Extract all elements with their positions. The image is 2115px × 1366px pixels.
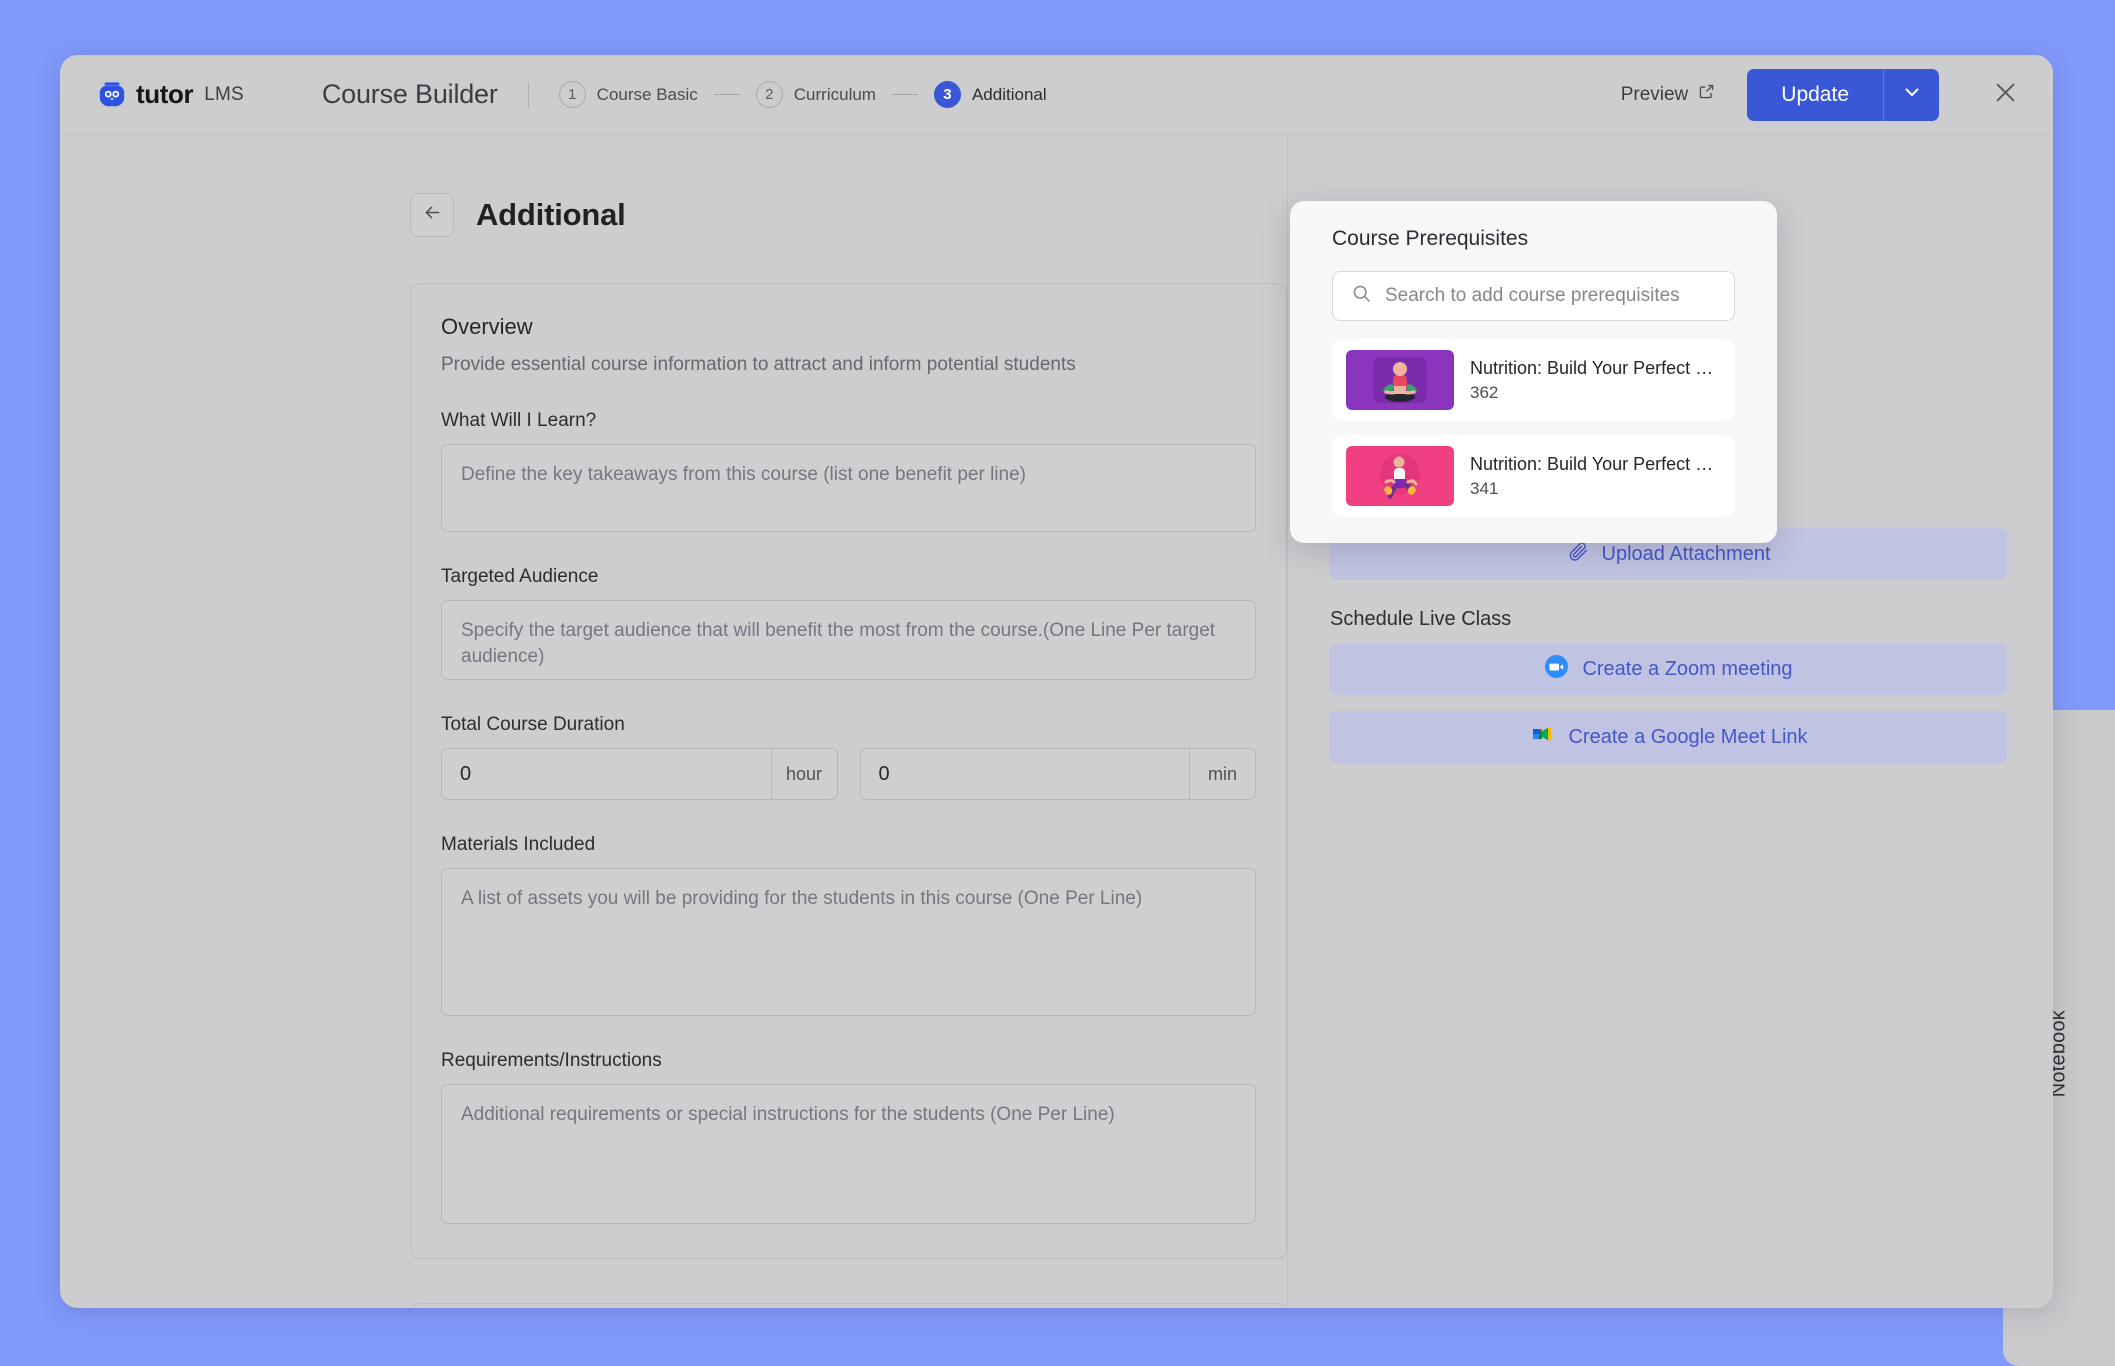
page-header: Additional <box>410 193 1287 237</box>
step-breadcrumb: 1 Course Basic 2 Curriculum 3 Additional <box>559 81 1047 108</box>
course-builder-modal: tutor LMS Course Builder 1 Course Basic … <box>60 55 2053 1308</box>
overview-card: Overview Provide essential course inform… <box>410 283 1287 1259</box>
preview-label: Preview <box>1621 84 1689 106</box>
step-label: Course Basic <box>597 85 698 105</box>
external-link-icon <box>1698 83 1715 106</box>
overview-card-title: Overview <box>441 314 1256 340</box>
total-course-duration-label: Total Course Duration <box>441 714 1256 736</box>
prerequisite-meta: Nutrition: Build Your Perfect Die… 362 <box>1470 358 1721 403</box>
paperclip-icon <box>1567 540 1589 568</box>
zoom-camera-icon <box>1544 654 1569 685</box>
yoga-lotus-thumbnail-icon <box>1346 350 1454 410</box>
step-course-basic[interactable]: 1 Course Basic <box>559 81 698 108</box>
step-number: 1 <box>559 81 586 108</box>
duration-hour-group: hour <box>441 748 838 800</box>
duration-min-input[interactable] <box>861 749 1190 799</box>
what-will-i-learn-input[interactable] <box>441 444 1256 532</box>
field-targeted-audience: Targeted Audience <box>441 566 1256 680</box>
step-connector <box>714 94 740 95</box>
prerequisite-id: 362 <box>1470 383 1721 403</box>
create-zoom-meeting-button[interactable]: Create a Zoom meeting <box>1330 643 2007 695</box>
field-materials-included: Materials Included <box>441 834 1256 1016</box>
overview-card-description: Provide essential course information to … <box>441 354 1256 376</box>
upload-attachment-label: Upload Attachment <box>1602 543 1771 566</box>
modal-body: Additional Overview Provide essential co… <box>60 135 2053 1307</box>
prerequisite-id: 341 <box>1470 479 1721 499</box>
preview-button[interactable]: Preview <box>1621 83 1716 106</box>
step-connector <box>892 94 918 95</box>
chevron-down-icon <box>1901 81 1923 108</box>
duration-row: hour min <box>441 748 1256 800</box>
prerequisites-search-box[interactable] <box>1332 271 1735 321</box>
field-total-course-duration: Total Course Duration hour min <box>441 714 1256 800</box>
duration-hour-input[interactable] <box>442 749 771 799</box>
targeted-audience-input[interactable] <box>441 600 1256 680</box>
requirements-instructions-input[interactable] <box>441 1084 1256 1224</box>
brand-logo[interactable]: tutor LMS <box>97 79 244 110</box>
topbar: tutor LMS Course Builder 1 Course Basic … <box>60 55 2053 135</box>
course-prerequisites-title: Course Prerequisites <box>1332 227 1735 251</box>
step-curriculum[interactable]: 2 Curriculum <box>756 81 876 108</box>
brand-suffix: LMS <box>204 84 244 106</box>
targeted-audience-label: Targeted Audience <box>441 566 1256 588</box>
prerequisite-name: Nutrition: Build Your Perfect Die… <box>1470 454 1721 475</box>
prerequisite-name: Nutrition: Build Your Perfect Die… <box>1470 358 1721 379</box>
main-content-column: Additional Overview Provide essential co… <box>60 135 1287 1307</box>
page-title: Additional <box>476 197 626 233</box>
field-requirements-instructions: Requirements/Instructions <box>441 1050 1256 1224</box>
brand-name: tutor <box>136 79 193 110</box>
course-prerequisites-popup: Course Prerequisites <box>1290 201 1777 543</box>
prerequisites-search-input[interactable] <box>1385 285 1716 307</box>
step-additional[interactable]: 3 Additional <box>934 81 1047 108</box>
prerequisite-list-item[interactable]: Nutrition: Build Your Perfect Die… 341 <box>1332 435 1735 517</box>
update-button[interactable]: Update <box>1747 69 1883 121</box>
workout-lunge-thumbnail-icon <box>1346 446 1454 506</box>
create-google-meet-label: Create a Google Meet Link <box>1568 726 1807 749</box>
what-will-i-learn-label: What Will I Learn? <box>441 410 1256 432</box>
close-modal-button[interactable] <box>1985 75 2025 115</box>
topbar-actions: Preview Update <box>1621 69 2053 121</box>
step-number: 3 <box>934 81 961 108</box>
schedule-live-class-label: Schedule Live Class <box>1330 608 2007 631</box>
google-meet-icon <box>1529 721 1555 753</box>
materials-included-input[interactable] <box>441 868 1256 1016</box>
update-dropdown-toggle[interactable] <box>1883 69 1939 121</box>
step-label: Additional <box>972 85 1047 105</box>
create-zoom-meeting-label: Create a Zoom meeting <box>1582 658 1792 681</box>
arrow-left-icon <box>422 202 443 228</box>
prerequisite-list-item[interactable]: Nutrition: Build Your Perfect Die… 362 <box>1332 339 1735 421</box>
field-what-will-i-learn: What Will I Learn? <box>441 410 1256 532</box>
search-icon <box>1351 283 1372 309</box>
update-button-group: Update <box>1747 69 1939 121</box>
duration-min-group: min <box>860 748 1257 800</box>
tutor-owl-logo-icon <box>97 80 127 110</box>
step-number: 2 <box>756 81 783 108</box>
create-google-meet-button[interactable]: Create a Google Meet Link <box>1330 711 2007 763</box>
prerequisite-meta: Nutrition: Build Your Perfect Die… 341 <box>1470 454 1721 499</box>
next-card-partial <box>410 1303 1287 1307</box>
materials-included-label: Materials Included <box>441 834 1256 856</box>
duration-hour-unit: hour <box>771 749 837 799</box>
page-header-title: Course Builder <box>322 79 498 110</box>
close-icon <box>1992 79 2019 111</box>
requirements-instructions-label: Requirements/Instructions <box>441 1050 1256 1072</box>
step-label: Curriculum <box>794 85 876 105</box>
header-divider <box>528 82 529 108</box>
back-button[interactable] <box>410 193 454 237</box>
duration-min-unit: min <box>1189 749 1255 799</box>
